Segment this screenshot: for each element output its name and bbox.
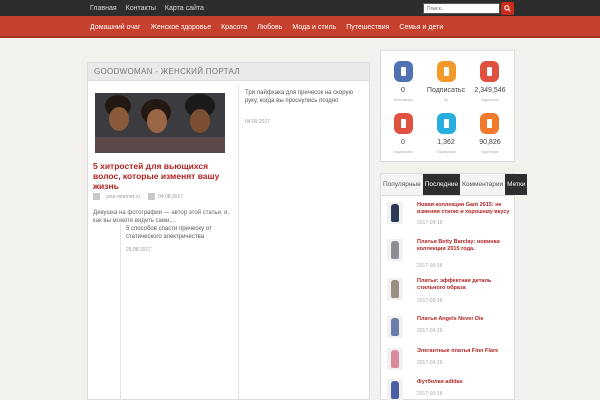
social-label: Аудитория — [481, 98, 499, 102]
list-item[interactable]: Платье: эффектная деталь стильного образ… — [387, 278, 512, 306]
social-label: Аудитория — [481, 150, 499, 154]
tab-latest[interactable]: Последние — [422, 174, 461, 195]
tab-comments[interactable]: Комментарии — [460, 174, 505, 195]
twitter-icon — [444, 119, 449, 128]
social-count: 2,349,546 — [474, 87, 506, 94]
tab-popular[interactable]: Популярные — [381, 174, 423, 195]
nav-item-fashion[interactable]: Мода и стиль — [292, 24, 336, 31]
social-count: 1,362 — [437, 139, 455, 146]
nav-item-family[interactable]: Семья и дети — [399, 24, 443, 31]
bottom-article-date: 29.08.2017 — [126, 247, 152, 253]
youtube-button[interactable] — [480, 61, 499, 82]
post-date: 2017-09-18 — [417, 263, 443, 269]
section-heading: GOODWOMAN - ЖЕНСКИЙ ПОРТАЛ — [88, 63, 369, 81]
ok-icon — [444, 67, 449, 76]
list-item[interactable]: Новая коллекция Gant 2015: не изменяя ст… — [387, 202, 512, 230]
column-divider — [238, 85, 239, 400]
bottom-article-title[interactable]: 5 способов спасти прическу от статическо… — [126, 225, 234, 241]
search-icon — [504, 5, 511, 12]
post-date: 2017-09-18 — [417, 220, 443, 226]
post-title[interactable]: Элегантные платья Finn Flare — [417, 348, 517, 355]
post-title[interactable]: Платья Angels Never Die — [417, 316, 517, 323]
author-icon — [93, 193, 100, 200]
post-date: 2017-09-18 — [417, 328, 443, 334]
posts-tabs-widget: Популярные Последние Комментарии Метки Н… — [380, 173, 528, 400]
post-date: 2017-09-18 — [417, 298, 443, 304]
post-thumbnail[interactable] — [387, 316, 403, 338]
search-input[interactable] — [423, 3, 500, 14]
top-nav: Главная Контакты Карта сайта — [90, 0, 213, 16]
side-article-title[interactable]: Три лайфхака для причесок на скорую руку… — [245, 89, 363, 105]
social-label: Подписчики — [393, 150, 413, 154]
main-nav: Домашний очаг Женское здоровье Красота Л… — [0, 16, 600, 38]
post-thumbnail[interactable] — [387, 202, 403, 224]
google-plus-icon — [401, 119, 406, 128]
social-count: 0 — [401, 139, 405, 146]
post-thumbnail[interactable] — [387, 379, 403, 400]
calendar-icon — [148, 193, 155, 200]
post-title[interactable]: Платье: эффектная деталь стильного образ… — [417, 278, 517, 292]
vk-icon — [401, 67, 406, 76]
rss-icon — [487, 119, 492, 128]
topnav-link-home[interactable]: Главная — [90, 5, 117, 12]
featured-date: 04.08.2017 — [158, 194, 184, 200]
list-item[interactable]: Элегантные платья Finn Flare 2017-09-18 — [387, 348, 512, 376]
ok-button[interactable] — [437, 61, 456, 82]
post-date: 2017-09-18 — [417, 391, 443, 397]
google-plus-button[interactable] — [394, 113, 413, 134]
post-thumbnail[interactable] — [387, 348, 403, 370]
nav-item-travel[interactable]: Путешествия — [346, 24, 389, 31]
rss-button[interactable] — [480, 113, 499, 134]
social-count: 90,826 — [479, 139, 501, 146]
post-date: 2017-09-18 — [417, 360, 443, 366]
tab-tags[interactable]: Метки — [505, 174, 528, 195]
list-item[interactable]: Платья Betty Barclay: новинки коллекции … — [387, 239, 512, 269]
nav-item-health[interactable]: Женское здоровье — [151, 24, 212, 31]
topnav-link-contacts[interactable]: Контакты — [126, 5, 156, 12]
social-count: 0 — [401, 87, 405, 94]
social-label: Тут — [443, 98, 449, 102]
youtube-icon — [487, 67, 492, 76]
search-button[interactable] — [501, 2, 514, 15]
social-label: Подписчики — [436, 150, 456, 154]
list-item[interactable]: Платья Angels Never Die 2017-09-18 — [387, 316, 512, 344]
post-title[interactable]: Новая коллекция Gant 2015: не изменяя ст… — [417, 202, 517, 216]
post-thumbnail[interactable] — [387, 239, 403, 261]
vk-button[interactable] — [394, 61, 413, 82]
featured-image[interactable] — [95, 93, 225, 153]
post-thumbnail[interactable] — [387, 278, 403, 300]
content-panel: GOODWOMAN - ЖЕНСКИЙ ПОРТАЛ 5 хитростей д… — [87, 62, 370, 400]
featured-title[interactable]: 5 хитростей для вьющихся волос, которые … — [93, 161, 235, 191]
nav-item-love[interactable]: Любовь — [257, 24, 282, 31]
column-divider — [120, 223, 121, 400]
featured-meta: your-internet.ru 04.08.2017 — [93, 193, 235, 203]
topnav-link-sitemap[interactable]: Карта сайта — [165, 5, 204, 12]
nav-item-beauty[interactable]: Красота — [221, 24, 247, 31]
tab-bar: Популярные Последние Комментарии Метки — [381, 174, 528, 196]
social-label: Фолловеры — [393, 98, 413, 102]
side-article-date: 04.09.2017 — [245, 119, 271, 125]
featured-author[interactable]: your-internet.ru — [106, 194, 140, 200]
post-title[interactable]: Платья Betty Barclay: новинки коллекции … — [417, 239, 517, 253]
list-item[interactable]: Футболки adidas 2017-09-18 — [387, 379, 512, 400]
social-counters: 0 Фолловеры Подписатьс Тут 2,349,546 Ауд… — [380, 50, 515, 162]
featured-excerpt: Девушка на фотографии — автор этой стать… — [93, 210, 230, 224]
social-count: Подписатьс — [426, 87, 466, 94]
post-title[interactable]: Футболки adidas — [417, 379, 517, 386]
nav-item-home[interactable]: Домашний очаг — [90, 24, 141, 31]
twitter-button[interactable] — [437, 113, 456, 134]
